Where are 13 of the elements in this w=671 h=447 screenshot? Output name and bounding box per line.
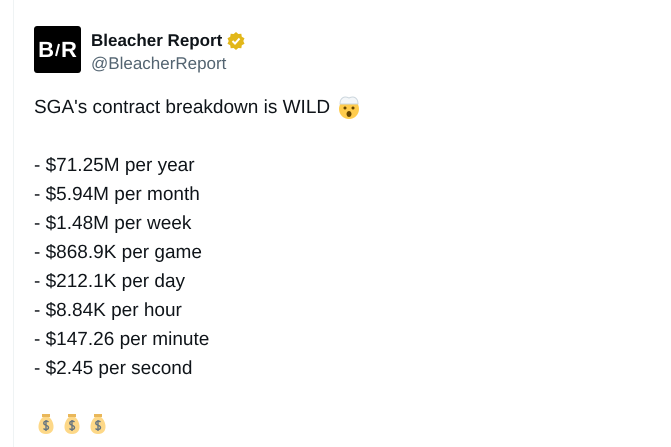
breakdown-line: - $868.9K per game [34,240,203,264]
avatar-logo[interactable]: B R [34,26,81,73]
breakdown-line: - $212.1K per day [34,270,186,294]
breakdown-line: - $147.26 per minute [34,328,210,352]
slash-icon [55,42,60,56]
author-name[interactable]: Bleacher Report [91,28,222,54]
breakdown-line: - $1.48M per week [34,212,192,236]
breakdown-line: - $5.94M per month [34,182,201,206]
breakdown-line: - $71.25M per year [34,154,196,178]
author-handle[interactable]: @BleacherReport [91,54,246,74]
breakdown-line: - $2.45 per second [34,356,194,380]
tweet-text: SGA's contract breakdown is WILD [34,96,330,120]
breakdown-line: - $8.84K per hour [34,298,183,322]
